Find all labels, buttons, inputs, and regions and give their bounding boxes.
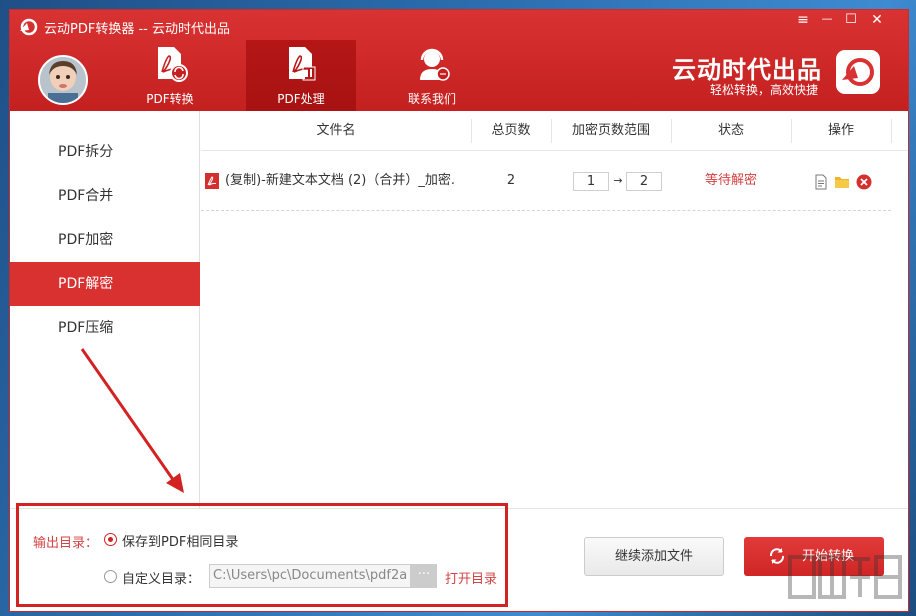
window-title: 云动PDF转换器 -- 云动时代出品 <box>44 22 230 37</box>
table-row[interactable]: (复制)-新建文本文档 (2)（合并）_加密. 2 1 → 2 等待解密 <box>201 159 908 213</box>
sidebar-item-split[interactable]: PDF拆分 <box>10 130 200 174</box>
pdf-convert-icon <box>158 47 188 82</box>
brand-name: 云动时代出品 <box>672 56 822 84</box>
file-name: (复制)-新建文本文档 (2)（合并）_加密. <box>225 173 456 188</box>
status-text: 等待解密 <box>704 173 757 188</box>
minimize-button[interactable]: — <box>816 12 838 25</box>
arrow-right-icon: → <box>613 174 623 187</box>
delete-icon[interactable] <box>856 174 872 190</box>
avatar[interactable] <box>38 55 88 105</box>
column-header-pages: 总页数 <box>491 123 531 138</box>
document-icon[interactable] <box>813 174 829 190</box>
avatar-image <box>40 57 86 103</box>
brand-logo-icon <box>836 50 880 94</box>
nav-pdf-process[interactable]: PDF处理 <box>246 40 356 111</box>
menu-button[interactable]: ≡ <box>792 12 814 28</box>
nav-contact[interactable]: 联系我们 <box>377 40 487 111</box>
close-button[interactable]: ✕ <box>866 12 888 28</box>
refresh-icon <box>769 548 785 564</box>
support-headset-icon <box>420 48 450 81</box>
app-logo-icon <box>20 18 38 36</box>
sidebar-item-merge[interactable]: PDF合并 <box>10 174 200 218</box>
range-to-input[interactable]: 2 <box>626 172 662 191</box>
annotation-arrow-icon <box>80 348 184 493</box>
nav-label: PDF转换 <box>146 92 194 106</box>
column-header-range: 加密页数范围 <box>571 123 650 138</box>
folder-icon[interactable] <box>834 174 850 190</box>
nav-label: PDF处理 <box>277 92 325 106</box>
header-bar: 云动PDF转换器 -- 云动时代出品 ≡ — ☐ ✕ PDF转换 PDF处理 联… <box>10 10 908 111</box>
maximize-button[interactable]: ☐ <box>840 12 862 27</box>
table-header: 文件名 总页数 加密页数范围 状态 操作 <box>201 111 908 151</box>
nav-label: 联系我们 <box>407 92 456 106</box>
highlight-box <box>16 503 508 607</box>
column-header-actions: 操作 <box>827 123 854 138</box>
column-header-filename: 文件名 <box>316 123 356 138</box>
brand-slogan: 轻松转换，高效快捷 <box>710 83 819 97</box>
sidebar-item-compress[interactable]: PDF压缩 <box>10 306 200 350</box>
pdf-process-icon <box>289 47 316 81</box>
add-files-button[interactable]: 继续添加文件 <box>584 537 724 576</box>
pdf-file-icon <box>205 173 219 189</box>
app-window: 云动PDF转换器 -- 云动时代出品 ≡ — ☐ ✕ PDF转换 PDF处理 联… <box>9 9 909 612</box>
column-header-status: 状态 <box>717 123 744 138</box>
sidebar-item-decrypt[interactable]: PDF解密 <box>10 262 200 306</box>
nav-pdf-convert[interactable]: PDF转换 <box>115 40 225 111</box>
watermark-logo <box>788 555 902 599</box>
sidebar-item-encrypt[interactable]: PDF加密 <box>10 218 200 262</box>
row-divider <box>201 210 891 211</box>
range-from-input[interactable]: 1 <box>573 172 609 191</box>
total-pages: 2 <box>506 173 516 188</box>
file-table: 文件名 总页数 加密页数范围 状态 操作 (复制)-新建文本文档 (2)（合并）… <box>201 111 908 508</box>
